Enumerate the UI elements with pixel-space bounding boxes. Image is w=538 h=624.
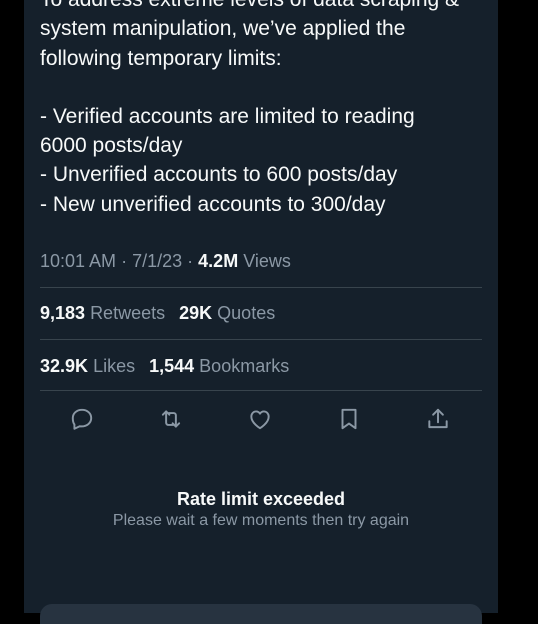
- tweet-date[interactable]: 7/1/23: [132, 251, 182, 271]
- meta-separator: ·: [121, 251, 128, 271]
- bookmarks-count: 1,544: [149, 356, 195, 376]
- divider: [40, 390, 482, 391]
- quotes-count: 29K: [179, 303, 213, 323]
- meta-separator: ·: [187, 251, 194, 271]
- retweet-icon: [161, 410, 181, 428]
- stats-row-likes: 32.9K Likes 1,544 Bookmarks: [40, 353, 298, 379]
- tweet-line: following temporary limits:: [40, 46, 282, 70]
- share-button[interactable]: [424, 405, 452, 433]
- tweet-line: To address extreme levels of data scrapi…: [40, 0, 490, 14]
- retweets-label: Retweets: [90, 303, 166, 323]
- bookmark-button[interactable]: [335, 405, 363, 433]
- bookmark-icon: [341, 408, 357, 430]
- views-label: Views: [243, 251, 291, 271]
- retweet-button[interactable]: [157, 405, 185, 433]
- tweet-line: - Verified accounts are limited to readi…: [40, 104, 415, 128]
- like-button[interactable]: [246, 405, 274, 433]
- views-count: 4.2M: [198, 251, 239, 271]
- tweet-time[interactable]: 10:01 AM: [40, 251, 116, 271]
- tweet-line: - New unverified accounts to 300/day: [40, 192, 386, 216]
- divider: [40, 287, 482, 288]
- share-icon: [428, 408, 448, 429]
- reply-button[interactable]: [68, 405, 96, 433]
- tweet-meta: 10:01 AM · 7/1/23 · 4.2M Views: [40, 248, 291, 274]
- bookmarks-stat[interactable]: 1,544 Bookmarks: [149, 356, 289, 376]
- rate-limit-message: Please wait a few moments then try again: [112, 512, 410, 529]
- like-icon: [250, 410, 270, 430]
- stats-row-retweets: 9,183 Retweets 29K Quotes: [40, 300, 284, 326]
- tweet-line: 6000 posts/day: [40, 134, 183, 158]
- tweet-text: To address extreme levels of data scrapi…: [40, 0, 490, 219]
- retweets-count: 9,183: [40, 303, 86, 323]
- likes-count: 32.9K: [40, 356, 89, 376]
- bookmarks-label: Bookmarks: [199, 356, 290, 376]
- likes-label: Likes: [93, 356, 136, 376]
- quotes-stat[interactable]: 29K Quotes: [179, 303, 275, 323]
- tweet-line: system manipulation, we’ve applied the: [40, 17, 406, 41]
- tweet-panel: To address extreme levels of data scrapi…: [24, 0, 498, 624]
- reply-composer-edge[interactable]: [40, 604, 482, 624]
- divider: [40, 339, 482, 340]
- rate-limit-title: Rate limit exceeded: [176, 489, 346, 509]
- retweets-stat[interactable]: 9,183 Retweets: [40, 303, 165, 323]
- tweet-line: - Unverified accounts to 600 posts/day: [40, 163, 398, 187]
- quotes-label: Quotes: [217, 303, 276, 323]
- likes-stat[interactable]: 32.9K Likes: [40, 356, 135, 376]
- reply-icon: [71, 408, 93, 430]
- action-bar: [40, 402, 480, 436]
